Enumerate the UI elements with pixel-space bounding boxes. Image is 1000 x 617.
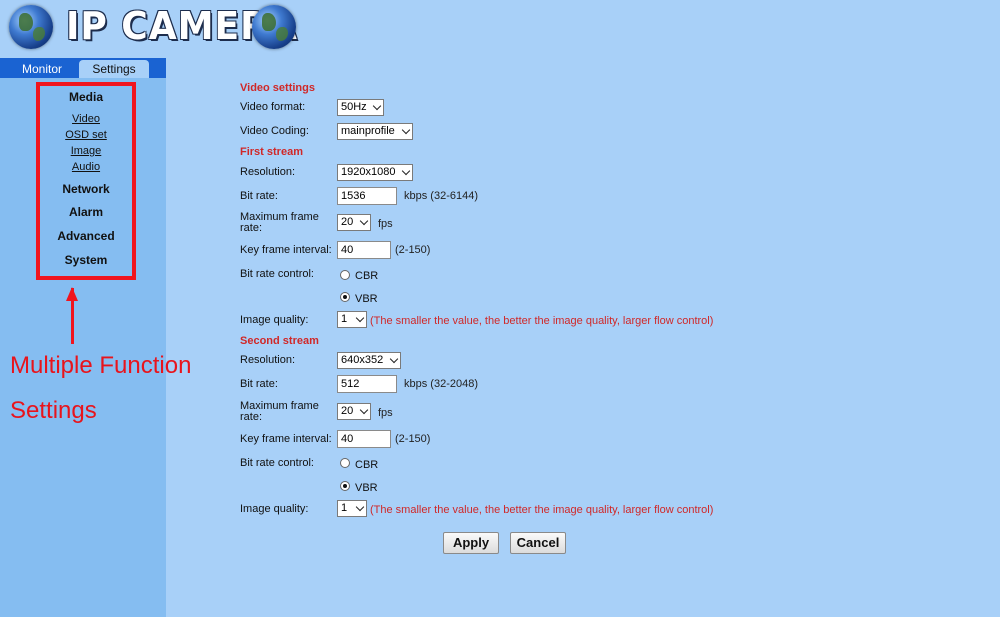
first-keyframe-hint: (2-150) — [395, 244, 431, 256]
header: IP CAMERA — [0, 0, 1000, 57]
sidebar-item-media[interactable]: Media — [40, 90, 132, 104]
first-quality-hint: (The smaller the value, the better the i… — [370, 315, 714, 327]
second-vbr-label: VBR — [355, 482, 378, 494]
annotation-line-2: Settings — [10, 397, 97, 424]
settings-form: Video settings Video format: 50Hz Video … — [166, 78, 1000, 617]
second-quality-hint: (The smaller the value, the better the i… — [370, 504, 714, 516]
second-bitrate-input[interactable]: 512 — [337, 375, 397, 393]
chevron-down-icon — [401, 125, 411, 135]
second-framerate-label-2: rate: — [240, 411, 263, 423]
second-bitrate-hint: kbps (32-2048) — [404, 378, 478, 390]
annotation-line-1: Multiple Function — [10, 352, 192, 379]
sidebar-item-image[interactable]: Image — [40, 145, 132, 157]
sidebar-item-audio[interactable]: Audio — [40, 161, 132, 173]
sidebar-item-network[interactable]: Network — [40, 182, 132, 196]
section-title-second-stream: Second stream — [240, 335, 319, 347]
tab-monitor[interactable]: Monitor — [10, 60, 74, 78]
tab-settings[interactable]: Settings — [79, 60, 149, 78]
annotation-arrow-head — [66, 287, 78, 301]
first-bitrate-input[interactable]: 1536 — [337, 187, 397, 205]
sidebar-item-advanced[interactable]: Advanced — [40, 229, 132, 243]
first-bitrate-label: Bit rate: — [240, 190, 278, 202]
tab-bar: Monitor Settings — [0, 58, 166, 78]
second-resolution-label: Resolution: — [240, 354, 296, 366]
first-vbr-label: VBR — [355, 293, 378, 305]
second-bitrate-label: Bit rate: — [240, 378, 278, 390]
second-framerate-unit: fps — [378, 407, 393, 419]
second-cbr-label: CBR — [355, 459, 379, 471]
sidebar-item-video[interactable]: Video — [40, 113, 132, 125]
sidebar: Media Video OSD set Image Audio Network … — [0, 78, 166, 617]
chevron-down-icon — [372, 101, 382, 111]
second-brc-label: Bit rate control: — [240, 457, 314, 469]
section-title-first-stream: First stream — [240, 146, 303, 158]
first-bitrate-hint: kbps (32-6144) — [404, 190, 478, 202]
menu-highlight-box: Media Video OSD set Image Audio Network … — [36, 82, 136, 280]
first-cbr-label: CBR — [355, 270, 379, 282]
chevron-down-icon — [401, 166, 411, 176]
second-keyframe-label: Key frame interval: — [240, 433, 332, 445]
chevron-down-icon — [359, 216, 369, 226]
first-brc-label: Bit rate control: — [240, 268, 314, 280]
first-resolution-select[interactable]: 1920x1080 — [337, 164, 413, 181]
chevron-down-icon — [359, 405, 369, 415]
video-format-label: Video format: — [240, 101, 306, 113]
globe-icon — [9, 5, 53, 49]
second-cbr-radio[interactable] — [340, 458, 350, 468]
apply-button[interactable]: Apply — [443, 532, 499, 554]
chevron-down-icon — [355, 313, 365, 323]
sidebar-item-system[interactable]: System — [40, 253, 132, 267]
video-format-select[interactable]: 50Hz — [337, 99, 384, 116]
first-keyframe-input[interactable]: 40 — [337, 241, 391, 259]
second-keyframe-hint: (2-150) — [395, 433, 431, 445]
first-framerate-unit: fps — [378, 218, 393, 230]
second-vbr-radio[interactable] — [340, 481, 350, 491]
chevron-down-icon — [355, 502, 365, 512]
first-cbr-radio[interactable] — [340, 270, 350, 280]
chevron-down-icon — [389, 354, 399, 364]
section-title-video-settings: Video settings — [240, 82, 315, 94]
second-quality-select[interactable]: 1 — [337, 500, 367, 517]
sidebar-item-osd[interactable]: OSD set — [40, 129, 132, 141]
globe-icon — [252, 5, 296, 49]
first-resolution-label: Resolution: — [240, 166, 296, 178]
sidebar-item-alarm[interactable]: Alarm — [40, 205, 132, 219]
video-coding-label: Video Coding: — [240, 125, 309, 137]
second-quality-label: Image quality: — [240, 503, 309, 515]
first-keyframe-label: Key frame interval: — [240, 244, 332, 256]
second-keyframe-input[interactable]: 40 — [337, 430, 391, 448]
second-framerate-select[interactable]: 20 — [337, 403, 371, 420]
cancel-button[interactable]: Cancel — [510, 532, 566, 554]
second-resolution-select[interactable]: 640x352 — [337, 352, 401, 369]
first-quality-select[interactable]: 1 — [337, 311, 367, 328]
video-coding-select[interactable]: mainprofile — [337, 123, 413, 140]
first-vbr-radio[interactable] — [340, 292, 350, 302]
first-framerate-label-2: rate: — [240, 222, 263, 234]
first-framerate-select[interactable]: 20 — [337, 214, 371, 231]
first-quality-label: Image quality: — [240, 314, 309, 326]
